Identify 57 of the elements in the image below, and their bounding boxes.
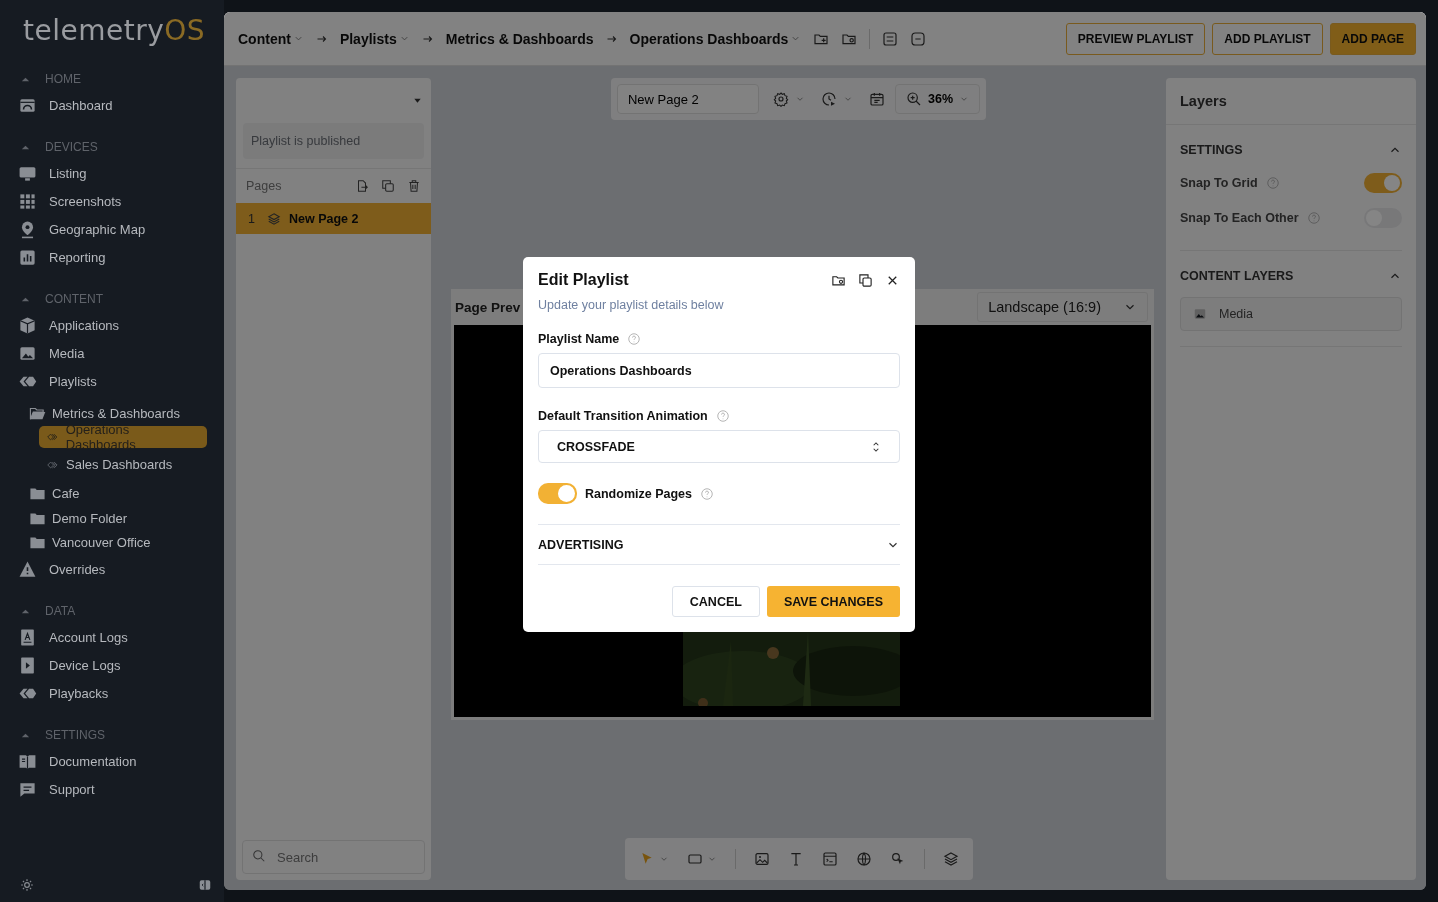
- dialog-subtitle: Update your playlist details below: [538, 298, 725, 312]
- nav-item[interactable]: Dashboard: [18, 91, 224, 119]
- toggle-label: Snap To Grid: [1180, 175, 1258, 190]
- breadcrumb[interactable]: Metrics & Dashboards: [445, 30, 594, 47]
- preview-title: Page Prev: [454, 299, 521, 315]
- layer-item[interactable]: Media: [1180, 297, 1402, 331]
- folder-item[interactable]: Metrics & Dashboards: [29, 401, 224, 426]
- folder-item[interactable]: Cafe: [29, 481, 224, 506]
- folder-item[interactable]: Demo Folder: [29, 506, 224, 531]
- nav-item[interactable]: Device Logs: [18, 651, 224, 679]
- nav-item[interactable]: Applications: [18, 311, 224, 339]
- nav-item[interactable]: Geographic Map: [18, 215, 224, 243]
- dialog-title: Edit Playlist: [538, 271, 629, 289]
- status-banner: Playlist is published: [243, 123, 424, 159]
- nav-item[interactable]: Support: [18, 775, 224, 803]
- logo-accent: OS: [164, 14, 206, 47]
- toolbar-button[interactable]: ADD PLAYLIST: [1212, 22, 1323, 55]
- nav-item[interactable]: Screenshots: [18, 187, 224, 215]
- zoom-dropdown[interactable]: 36%: [895, 84, 980, 114]
- nav-item[interactable]: Overrides: [18, 555, 224, 583]
- nav-item[interactable]: Playlists: [18, 367, 224, 395]
- section-heading: CONTENT LAYERS: [1180, 269, 1294, 283]
- nav-item[interactable]: Playbacks: [18, 679, 224, 707]
- nav-item[interactable]: Documentation: [18, 747, 224, 775]
- playlist-item[interactable]: Sales Dashboards: [39, 453, 207, 476]
- folder-item[interactable]: Vancouver Office: [29, 530, 224, 555]
- accordion-header[interactable]: ADVERTISING: [538, 524, 900, 565]
- pages-heading: Pages: [246, 179, 282, 193]
- logo: telemetryOS: [23, 14, 207, 47]
- page-name: New Page 2: [288, 211, 359, 226]
- breadcrumb[interactable]: Content: [238, 30, 304, 47]
- section-heading: SETTINGS: [1180, 143, 1243, 157]
- section-heading: CONTENT: [45, 292, 103, 306]
- nav-item[interactable]: Account Logs: [18, 623, 224, 651]
- field-label: Playlist Name: [538, 332, 620, 346]
- field-label: Default Transition Animation: [538, 409, 708, 423]
- nav-item[interactable]: Media: [18, 339, 224, 367]
- transition-select[interactable]: CROSSFADE: [538, 430, 900, 463]
- section-heading: DATA: [45, 604, 76, 618]
- toolbar-button[interactable]: PREVIEW PLAYLIST: [1065, 22, 1206, 55]
- section-heading: DEVICES: [45, 140, 98, 154]
- breadcrumb[interactable]: Playlists: [339, 30, 410, 47]
- dialog-button[interactable]: SAVE CHANGES: [766, 586, 900, 617]
- page-name-field[interactable]: New Page 2: [617, 84, 759, 114]
- nav-item[interactable]: Listing: [18, 159, 224, 187]
- section-heading: SETTINGS: [45, 728, 105, 742]
- orientation-dropdown[interactable]: Landscape (16:9): [977, 292, 1148, 322]
- toggle-label: Snap To Each Other: [1180, 210, 1299, 225]
- panel-title: Layers: [1166, 78, 1416, 125]
- page-number: 1: [248, 211, 255, 226]
- breadcrumb[interactable]: Operations Dashboards: [629, 30, 802, 47]
- nav-item[interactable]: Reporting: [18, 243, 224, 271]
- toggle-label: Randomize Pages: [585, 486, 692, 501]
- search-field[interactable]: Search: [242, 840, 425, 874]
- dialog-button[interactable]: CANCEL: [671, 586, 760, 617]
- section-heading: HOME: [45, 72, 81, 86]
- playlist-name-field[interactable]: Operations Dashboards: [538, 353, 900, 388]
